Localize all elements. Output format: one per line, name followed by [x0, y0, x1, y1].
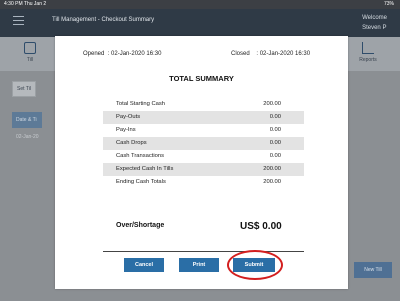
opened-info: Opened : 02-Jan-2020 16:30	[83, 51, 161, 57]
tab-reports[interactable]: Reports	[349, 37, 387, 71]
welcome-text: Welcome	[362, 15, 387, 21]
tab-till-label: Till	[26, 57, 34, 63]
print-button[interactable]: Print	[179, 258, 219, 272]
row-value: 0.00	[269, 140, 281, 146]
background-row: 02-Jan-20	[16, 134, 39, 140]
closed-label: Closed	[231, 51, 250, 57]
status-time: 4:30 PM Thu Jan 2	[4, 1, 47, 7]
summary-row: Pay-Ins 0.00	[103, 124, 304, 137]
menu-icon[interactable]	[13, 16, 24, 25]
row-label: Pay-Ins	[116, 127, 136, 133]
date-time-header: Date & Ti	[12, 112, 42, 128]
battery-indicator: 73%	[383, 1, 394, 7]
tab-till[interactable]: Till	[11, 37, 49, 71]
chart-icon	[362, 42, 374, 54]
row-value: 200.00	[263, 166, 281, 172]
summary-row: Ending Cash Totals 200.00	[103, 176, 304, 189]
summary-title: TOTAL SUMMARY	[169, 74, 234, 83]
opened-label: Opened	[83, 51, 105, 57]
row-value: 0.00	[269, 127, 281, 133]
summary-row: Expected Cash In Tills 200.00	[103, 163, 304, 176]
row-value: 0.00	[269, 114, 281, 120]
row-label: Ending Cash Totals	[116, 179, 166, 185]
summary-row: Total Starting Cash 200.00	[103, 98, 304, 111]
over-shortage-label: Over/Shortage	[116, 222, 165, 229]
tab-reports-label: Reports	[359, 57, 377, 63]
summary-table: Total Starting Cash 200.00 Pay-Outs 0.00 P…	[103, 98, 304, 189]
new-till-button[interactable]: New Till	[354, 262, 392, 278]
till-icon	[24, 42, 36, 54]
closed-info: Closed : 02-Jan-2020 16:30	[231, 51, 310, 57]
summary-row: Pay-Outs 0.00	[103, 111, 304, 124]
divider	[103, 251, 304, 252]
over-shortage-value: US$ 0.00	[240, 221, 282, 232]
opened-value: : 02-Jan-2020 16:30	[107, 51, 162, 57]
row-value: 200.00	[263, 179, 281, 185]
summary-row: Cash Transactions 0.00	[103, 150, 304, 163]
status-bar: 4:30 PM Thu Jan 2 73%	[0, 0, 400, 9]
checkout-summary-dialog: Opened : 02-Jan-2020 16:30 Closed : 02-J…	[55, 36, 348, 289]
cancel-button[interactable]: Cancel	[124, 258, 164, 272]
summary-row: Cash Drops 0.00	[103, 137, 304, 150]
row-label: Cash Drops	[116, 140, 147, 146]
row-value: 0.00	[269, 153, 281, 159]
welcome-user: Welcome Steven P	[362, 13, 387, 33]
row-label: Pay-Outs	[116, 114, 141, 120]
set-till-button[interactable]: Set Til	[12, 81, 36, 97]
modal-title: Till Management - Checkout Summary	[52, 17, 155, 23]
row-label: Total Starting Cash	[116, 101, 165, 107]
user-name: Steven P	[362, 25, 387, 31]
row-value: 200.00	[263, 101, 281, 107]
submit-button[interactable]: Submit	[233, 258, 275, 272]
row-label: Expected Cash In Tills	[116, 166, 174, 172]
row-label: Cash Transactions	[116, 153, 165, 159]
closed-value: : 02-Jan-2020 16:30	[256, 51, 311, 57]
